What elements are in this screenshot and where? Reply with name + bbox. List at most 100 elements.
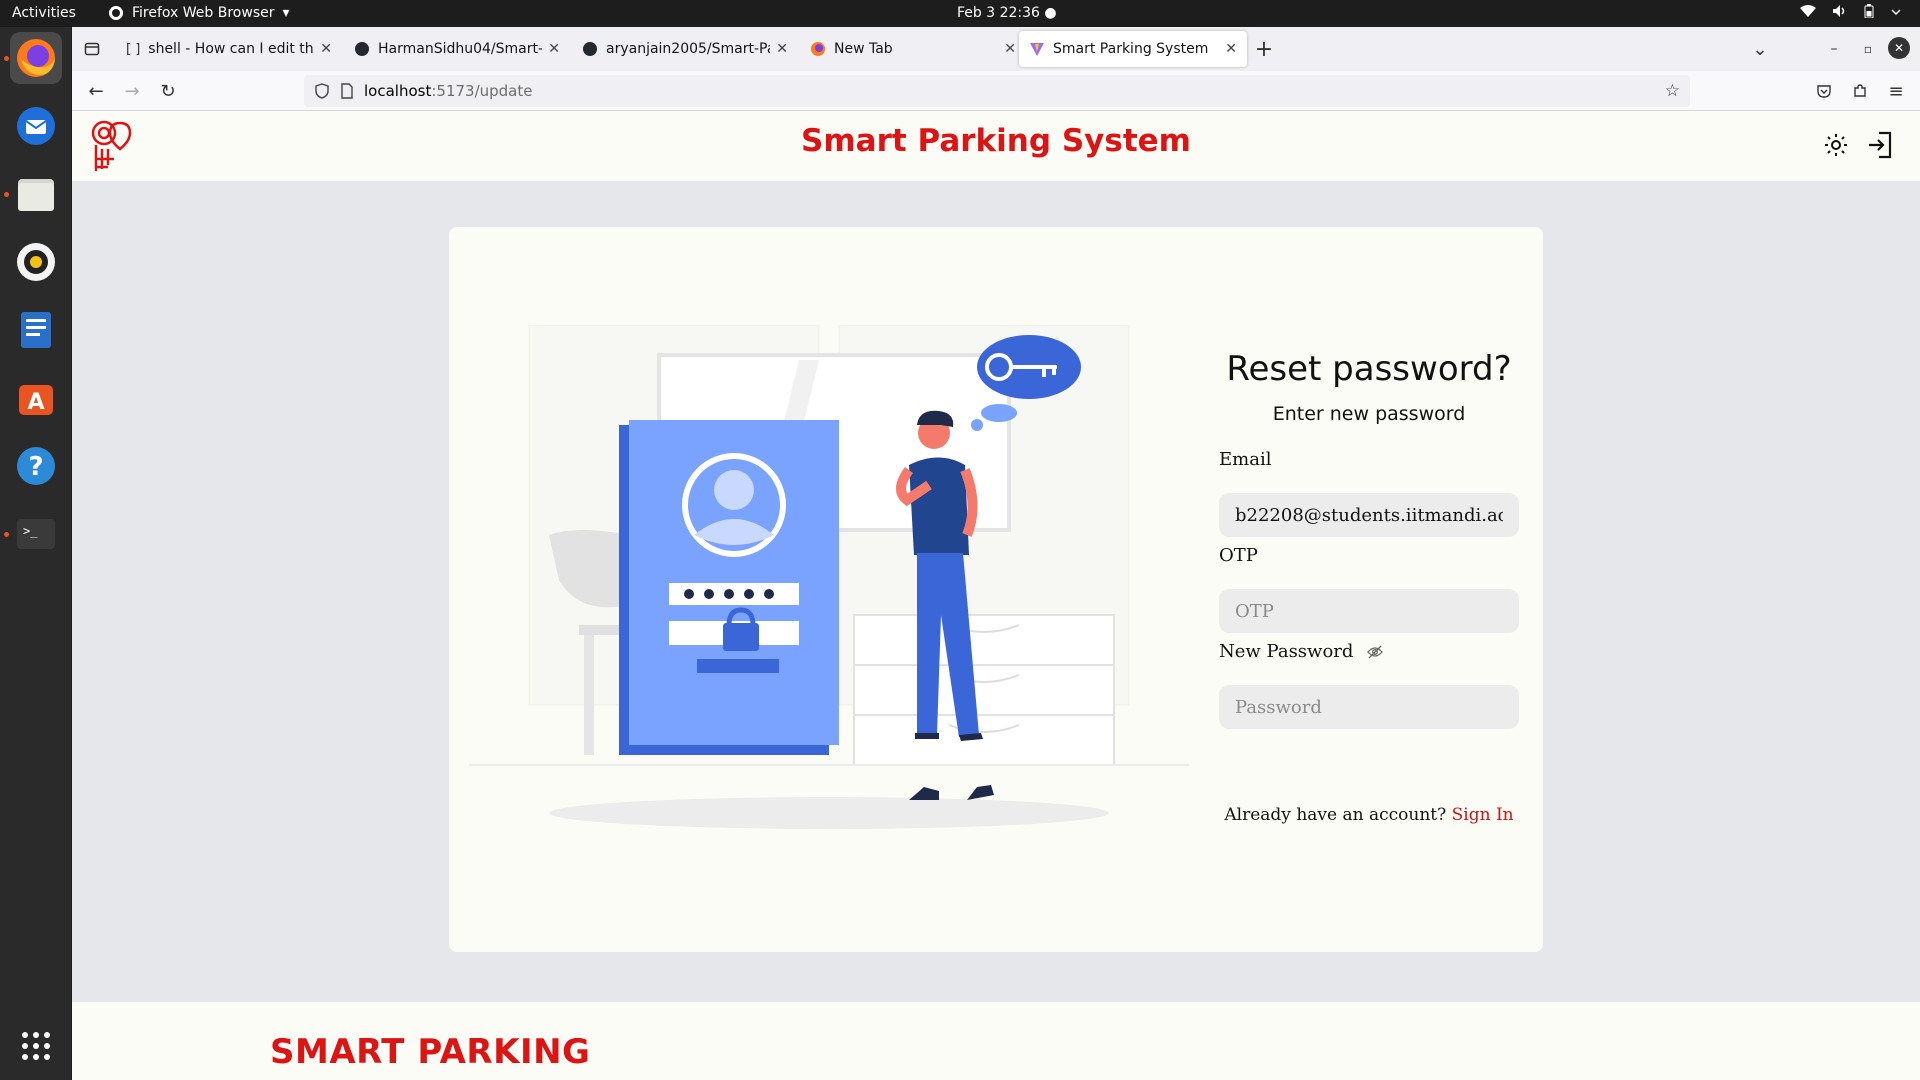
login-button[interactable] (1867, 131, 1893, 163)
signin-line: Already have an account? Sign In (1219, 805, 1519, 825)
dock-app-center[interactable]: A (10, 372, 62, 424)
restore-button[interactable]: ▫ (1856, 37, 1880, 61)
close-icon[interactable]: ✕ (320, 41, 332, 57)
app-menu[interactable]: Firefox Web Browser ▾ (108, 5, 290, 21)
tab-label: shell - How can I edit the (148, 41, 315, 57)
back-button[interactable]: ← (84, 79, 108, 103)
app-center-icon: A (19, 385, 53, 415)
reset-password-card: Reset password? Enter new password Email… (449, 227, 1543, 952)
tab-label: Smart Parking System (1053, 41, 1209, 57)
show-apps-button[interactable] (10, 1020, 62, 1072)
pocket-icon (1817, 85, 1831, 98)
url-bar[interactable]: localhost:5173/update ☆ (304, 75, 1690, 107)
thunderbird-icon (17, 107, 55, 145)
url-path: :5173/update (431, 82, 533, 100)
tab-harmansidhu[interactable]: HarmanSidhu04/Smart-P ✕ (344, 31, 570, 67)
dock-thunderbird[interactable] (10, 100, 62, 152)
firefox-small-icon (109, 6, 123, 20)
close-icon[interactable]: ✕ (1225, 41, 1237, 57)
login-icon (1869, 131, 1892, 159)
running-indicator (4, 192, 9, 197)
list-tabs-button[interactable]: ⌄ (1748, 37, 1772, 61)
battery-icon (1864, 4, 1874, 18)
close-icon: ✕ (1893, 41, 1905, 55)
tab-strip: [ ] shell - How can I edit the ✕ HarmanS… (72, 27, 1920, 71)
navigation-toolbar: ← → ↻ localhost:5173/update ☆ ≡ (72, 71, 1920, 111)
app-grid-icon (22, 1032, 50, 1060)
dock-help[interactable]: ? (10, 440, 62, 492)
window-close-button[interactable]: ✕ (1888, 37, 1910, 59)
restore-icon: ▫ (1863, 42, 1873, 56)
system-top-bar: Activities Firefox Web Browser ▾ Feb 3 2… (0, 0, 1920, 27)
minimize-button[interactable]: – (1822, 37, 1846, 61)
tab-label: New Tab (834, 41, 893, 57)
url-host: localhost (364, 82, 432, 100)
svg-text:>_: >_ (23, 524, 38, 538)
sign-in-link[interactable]: Sign In (1452, 805, 1514, 825)
dock-rhythmbox[interactable] (10, 236, 62, 288)
volume-icon (1833, 5, 1845, 17)
form-heading: Reset password? (1226, 349, 1512, 389)
pocket-button[interactable] (1812, 79, 1836, 103)
reload-icon: ↻ (160, 80, 176, 102)
form-subheading: Enter new password (1272, 403, 1466, 425)
reset-password-form: Reset password? Enter new password Email… (1219, 227, 1519, 952)
power-menu-icon (1891, 9, 1901, 16)
arrow-left-icon: ← (88, 80, 104, 102)
email-field[interactable] (1219, 493, 1519, 537)
system-tray[interactable] (1800, 4, 1902, 18)
tab-shell[interactable]: [ ] shell - How can I edit the ✕ (116, 31, 342, 67)
rhythmbox-icon (17, 243, 55, 281)
tab-smart-parking[interactable]: Smart Parking System ✕ (1019, 31, 1247, 67)
otp-field[interactable] (1219, 589, 1519, 633)
hamburger-icon: ≡ (1888, 80, 1904, 102)
activities-button[interactable]: Activities (12, 5, 76, 21)
dock: A ? >_ (0, 27, 72, 1080)
footer: SMART PARKING (72, 1002, 1920, 1080)
page-icon (341, 83, 353, 99)
app-header: Smart Parking System (72, 111, 1920, 181)
bookmark-star-icon[interactable]: ☆ (1665, 81, 1680, 101)
close-icon[interactable]: ✕ (1004, 41, 1016, 57)
eye-off-icon[interactable] (1367, 645, 1384, 659)
new-password-label: New Password (1219, 641, 1354, 662)
password-reset-illustration (469, 325, 1189, 829)
running-indicator (4, 532, 9, 537)
page-viewport: Smart Parking System Reset password? Ent… (72, 111, 1920, 1080)
menu-button[interactable]: ≡ (1884, 79, 1908, 103)
theme-toggle-button[interactable] (1824, 133, 1848, 161)
writer-icon (21, 312, 51, 348)
svg-text:A: A (27, 390, 44, 415)
arrow-right-icon: → (124, 80, 140, 102)
help-icon: ? (17, 447, 55, 485)
github-icon (355, 42, 369, 56)
tab-aryanjain[interactable]: aryanjain2005/Smart-Par ✕ (572, 31, 798, 67)
new-password-label-row: New Password (1219, 641, 1384, 662)
files-icon (18, 179, 54, 211)
new-tab-button[interactable]: + (1252, 37, 1276, 62)
dock-terminal[interactable]: >_ (10, 508, 62, 560)
forward-button[interactable]: → (120, 79, 144, 103)
github-icon (583, 42, 597, 56)
dock-firefox[interactable] (10, 32, 62, 84)
firefox-favicon-icon (811, 42, 825, 56)
running-indicator (4, 56, 9, 61)
vite-favicon-icon (1030, 43, 1044, 56)
close-icon[interactable]: ✕ (776, 41, 788, 57)
extensions-button[interactable] (1848, 79, 1872, 103)
clock[interactable]: Feb 3 22:36 ● (957, 5, 1057, 21)
close-icon[interactable]: ✕ (548, 41, 560, 57)
reload-button[interactable]: ↻ (156, 79, 180, 103)
tab-label: aryanjain2005/Smart-Par (606, 41, 771, 57)
tab-label: HarmanSidhu04/Smart-P (378, 41, 543, 57)
new-password-field[interactable] (1219, 685, 1519, 729)
dock-writer[interactable] (10, 304, 62, 356)
app-menu-label: Firefox Web Browser (132, 5, 275, 21)
email-label: Email (1219, 449, 1272, 470)
tab-new-tab[interactable]: New Tab ✕ (800, 31, 1026, 67)
puzzle-icon (1854, 84, 1866, 97)
shield-icon (315, 83, 329, 99)
sun-icon (1825, 134, 1847, 156)
dock-files[interactable] (10, 168, 62, 220)
firefox-view-button[interactable] (80, 37, 104, 61)
